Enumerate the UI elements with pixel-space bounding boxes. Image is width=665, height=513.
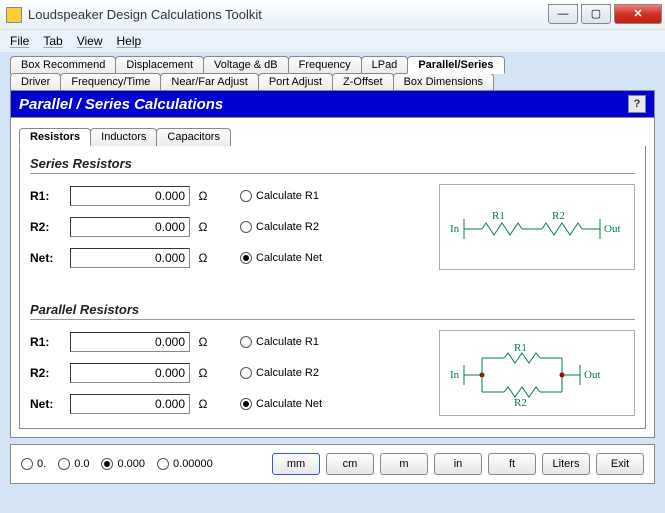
parallel-calc-r2-radio[interactable] <box>240 367 252 379</box>
parallel-title: Parallel Resistors <box>30 302 635 320</box>
tab-voltage-db[interactable]: Voltage & dB <box>203 56 289 74</box>
parallel-r2-unit: Ω <box>194 366 212 380</box>
tab-driver[interactable]: Driver <box>10 73 61 90</box>
app-icon <box>6 7 22 23</box>
parallel-r2-label: R2: <box>30 366 66 380</box>
tab-z-offset[interactable]: Z-Offset <box>332 73 394 90</box>
series-title: Series Resistors <box>30 156 635 174</box>
tab-displacement[interactable]: Displacement <box>115 56 204 74</box>
panel-title: Parallel / Series Calculations <box>19 96 223 113</box>
series-net-label: Net: <box>30 251 66 265</box>
maximize-button[interactable]: ▢ <box>581 4 611 24</box>
precision-0-radio[interactable] <box>21 458 33 470</box>
subtab-capacitors[interactable]: Capacitors <box>156 128 231 146</box>
series-net-input[interactable] <box>70 248 190 268</box>
exit-button[interactable]: Exit <box>596 453 644 475</box>
subtab-resistors[interactable]: Resistors <box>19 128 91 146</box>
parallel-calc-r1-label: Calculate R1 <box>256 336 319 348</box>
tab-box-recommend[interactable]: Box Recommend <box>10 56 116 74</box>
parallel-r1-unit: Ω <box>194 335 212 349</box>
minimize-button[interactable]: — <box>548 4 578 24</box>
tab-near-far[interactable]: Near/Far Adjust <box>160 73 258 90</box>
help-button[interactable]: ? <box>628 95 646 113</box>
menu-view[interactable]: View <box>77 34 103 48</box>
parallel-r2-text: R2 <box>514 397 527 408</box>
parallel-diagram: In R1 R2 <box>439 330 635 416</box>
parallel-net-label: Net: <box>30 397 66 411</box>
tab-frequency-time[interactable]: Frequency/Time <box>60 73 161 90</box>
window-title: Loudspeaker Design Calculations Toolkit <box>28 7 548 22</box>
tab-frequency[interactable]: Frequency <box>288 56 362 74</box>
menu-tab[interactable]: Tab <box>43 34 62 48</box>
series-r1-text: R1 <box>492 210 505 222</box>
parallel-calc-net-radio[interactable] <box>240 398 252 410</box>
series-r1-label: R1: <box>30 189 66 203</box>
series-net-unit: Ω <box>194 251 212 265</box>
menu-help[interactable]: Help <box>117 34 142 48</box>
titlebar: Loudspeaker Design Calculations Toolkit … <box>0 0 665 30</box>
series-in-text: In <box>450 223 460 235</box>
precision-1-label: 0.0 <box>74 458 89 470</box>
parallel-net-input[interactable] <box>70 394 190 414</box>
series-calc-r1-radio[interactable] <box>240 190 252 202</box>
parallel-calc-net-label: Calculate Net <box>256 398 322 410</box>
precision-1-radio[interactable] <box>58 458 70 470</box>
parallel-out-text: Out <box>584 369 601 381</box>
series-r2-text: R2 <box>552 210 565 222</box>
series-diagram: In R1 R2 Out <box>439 184 635 270</box>
precision-3-label: 0.00000 <box>173 458 213 470</box>
series-calc-net-radio[interactable] <box>240 252 252 264</box>
tab-parallel-series[interactable]: Parallel/Series <box>407 56 504 74</box>
series-out-text: Out <box>604 223 621 235</box>
series-r1-input[interactable] <box>70 186 190 206</box>
unit-in-button[interactable]: in <box>434 453 482 475</box>
unit-m-button[interactable]: m <box>380 453 428 475</box>
precision-2-radio[interactable] <box>101 458 113 470</box>
tab-row-2: Driver Frequency/Time Near/Far Adjust Po… <box>10 73 655 90</box>
unit-cm-button[interactable]: cm <box>326 453 374 475</box>
precision-2-label: 0.000 <box>117 458 145 470</box>
series-r2-label: R2: <box>30 220 66 234</box>
unit-ft-button[interactable]: ft <box>488 453 536 475</box>
subtab-row: Resistors Inductors Capacitors <box>19 128 646 146</box>
series-calc-r2-radio[interactable] <box>240 221 252 233</box>
panel-title-bar: Parallel / Series Calculations ? <box>10 90 655 118</box>
tab-lpad[interactable]: LPad <box>361 56 409 74</box>
parallel-calc-r2-label: Calculate R2 <box>256 367 319 379</box>
series-calc-r2-label: Calculate R2 <box>256 221 319 233</box>
parallel-calc-r1-radio[interactable] <box>240 336 252 348</box>
menubar: File Tab View Help <box>0 30 665 52</box>
series-calc-r1-label: Calculate R1 <box>256 190 319 202</box>
parallel-net-unit: Ω <box>194 397 212 411</box>
parallel-r1-label: R1: <box>30 335 66 349</box>
tab-port-adjust[interactable]: Port Adjust <box>258 73 333 90</box>
series-r2-input[interactable] <box>70 217 190 237</box>
series-calc-net-label: Calculate Net <box>256 252 322 264</box>
unit-liters-button[interactable]: Liters <box>542 453 590 475</box>
tab-row-1: Box Recommend Displacement Voltage & dB … <box>10 56 655 74</box>
footer-bar: 0. 0.0 0.000 0.00000 mm cm m in ft Liter… <box>10 444 655 484</box>
close-button[interactable]: ✕ <box>614 4 662 24</box>
tab-box-dimensions[interactable]: Box Dimensions <box>393 73 494 90</box>
unit-mm-button[interactable]: mm <box>272 453 320 475</box>
series-r2-unit: Ω <box>194 220 212 234</box>
parallel-r1-text: R1 <box>514 342 527 354</box>
series-r1-unit: Ω <box>194 189 212 203</box>
precision-3-radio[interactable] <box>157 458 169 470</box>
subtab-inductors[interactable]: Inductors <box>90 128 157 146</box>
menu-file[interactable]: File <box>10 34 29 48</box>
parallel-in-text: In <box>450 369 460 381</box>
parallel-r1-input[interactable] <box>70 332 190 352</box>
precision-0-label: 0. <box>37 458 46 470</box>
parallel-r2-input[interactable] <box>70 363 190 383</box>
